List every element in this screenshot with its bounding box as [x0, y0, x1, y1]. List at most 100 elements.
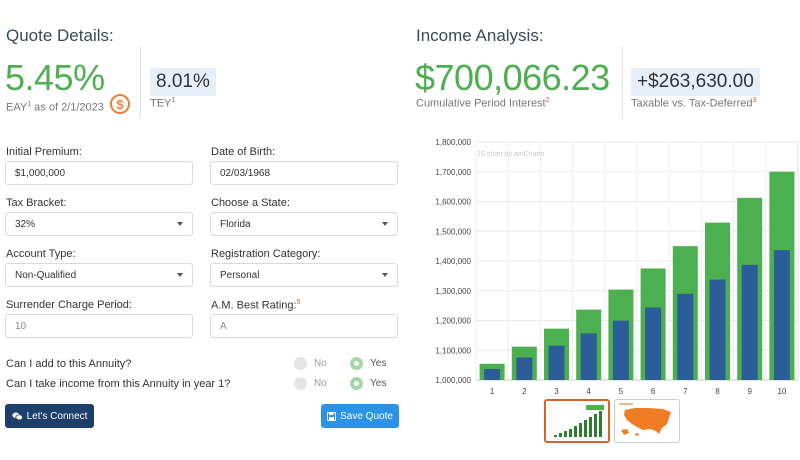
lets-connect-label: Let's Connect: [26, 410, 88, 422]
cumulative-label: Cumulative Period Interest: [416, 97, 546, 110]
y-tick-label: 1,600,000: [435, 198, 471, 207]
x-tick-label: 2: [522, 387, 527, 396]
tey-caption: TEY1: [150, 97, 175, 110]
tax-bracket-select[interactable]: 32%: [5, 212, 193, 236]
radio-icon: [294, 357, 307, 370]
bar-principal: [645, 307, 662, 380]
surrender-period-input: 10: [5, 314, 193, 338]
tey-value: 8.01%: [150, 68, 216, 96]
radio-label: Yes: [370, 378, 387, 389]
bar-principal: [548, 345, 565, 380]
bar-chart-icon: [549, 403, 606, 440]
radio-label: Yes: [370, 358, 387, 369]
am-best-footnote: 5: [296, 299, 301, 306]
add-annuity-no-radio[interactable]: No: [294, 357, 327, 370]
cumulative-footnote: 2: [545, 97, 550, 104]
registration-value: Personal: [220, 269, 260, 281]
am-best-label: A.M. Best Rating:5: [211, 299, 301, 312]
radio-checked-icon: [350, 357, 363, 370]
bar-principal: [709, 279, 726, 380]
x-tick-label: 8: [715, 387, 720, 396]
income-analysis-title: Income Analysis:: [416, 26, 544, 45]
tey-label: TEY: [150, 97, 172, 110]
bar-principal: [612, 320, 629, 380]
am-best-input: A: [210, 314, 398, 338]
income-year1-yes-radio[interactable]: Yes: [350, 377, 386, 390]
tax-bracket-value: 32%: [15, 218, 36, 230]
surrender-period-label: Surrender Charge Period:: [6, 299, 132, 311]
state-value: Florida: [220, 218, 251, 230]
x-tick-label: 6: [651, 387, 656, 396]
surrender-period-value: 10: [15, 320, 27, 332]
account-type-label: Account Type:: [6, 248, 76, 260]
radio-icon: [294, 377, 307, 390]
account-type-select[interactable]: Non-Qualified: [5, 263, 193, 287]
dollar-icon[interactable]: $: [110, 94, 130, 114]
taxable-label: Taxable vs. Tax-Deferred: [631, 97, 753, 110]
tax-bracket-label: Tax Bracket:: [6, 197, 67, 209]
x-tick-label: 9: [747, 387, 752, 396]
initial-premium-input[interactable]: $1,000,000: [5, 161, 193, 185]
am-best-value: A: [220, 320, 227, 332]
caret-down-icon: [177, 273, 183, 277]
us-map-icon: [619, 403, 671, 436]
add-annuity-yes-radio[interactable]: Yes: [350, 357, 386, 370]
radio-checked-icon: [350, 377, 363, 390]
x-tick-label: 4: [586, 387, 591, 396]
lets-connect-button[interactable]: Let's Connect: [5, 404, 94, 428]
cumulative-interest-value: $700,066.23: [415, 57, 610, 98]
date-of-birth-label: Date of Birth:: [211, 146, 276, 158]
taxable-footnote: 3: [752, 97, 757, 104]
eay-date: as of 2/1/2023: [31, 101, 104, 114]
chart-view-thumbnail[interactable]: [544, 399, 610, 443]
state-select[interactable]: Florida: [210, 212, 398, 236]
caret-down-icon: [177, 222, 183, 226]
account-type-value: Non-Qualified: [15, 269, 77, 281]
y-tick-label: 1,100,000: [435, 346, 471, 355]
radio-label: No: [314, 358, 327, 369]
initial-premium-label: Initial Premium:: [6, 146, 82, 158]
bar-principal: [484, 368, 501, 380]
date-of-birth-input[interactable]: 02/03/1968: [210, 161, 398, 185]
bar-principal: [773, 250, 790, 380]
radio-label: No: [314, 378, 327, 389]
y-tick-label: 1,200,000: [435, 317, 471, 326]
bar-principal: [677, 293, 694, 380]
quote-details-title: Quote Details:: [6, 26, 114, 45]
bar-principal: [741, 264, 758, 380]
chat-icon: [11, 412, 23, 420]
map-view-thumbnail[interactable]: [614, 399, 680, 443]
x-tick-label: 1: [490, 387, 495, 396]
y-tick-label: 1,800,000: [435, 138, 471, 147]
bar-principal: [580, 333, 597, 380]
x-tick-label: 10: [777, 387, 786, 396]
tey-footnote: 1: [171, 97, 176, 104]
question-add-annuity: Can I add to this Annuity?: [6, 358, 132, 370]
y-tick-label: 1,000,000: [435, 376, 471, 385]
state-label: Choose a State:: [211, 197, 290, 209]
eay-label: EAY: [6, 101, 28, 114]
save-quote-button[interactable]: Save Quote: [321, 404, 399, 428]
income-year1-no-radio[interactable]: No: [294, 377, 327, 390]
registration-select[interactable]: Personal: [210, 263, 398, 287]
initial-premium-value: $1,000,000: [15, 167, 66, 179]
chart-watermark[interactable]: JS chart by amCharts: [477, 151, 545, 158]
registration-label: Registration Category:: [211, 248, 321, 260]
income-bar-chart: 1,000,000 1,100,000 1,200,000 1,300,000 1,40…: [435, 138, 799, 396]
save-quote-label: Save Quote: [340, 410, 393, 422]
taxable-value: +$263,630.00: [631, 68, 760, 96]
x-tick-label: 7: [683, 387, 688, 396]
taxable-caption: Taxable vs. Tax-Deferred3: [631, 97, 756, 110]
question-income-year1: Can I take income from this Annuity in y…: [6, 378, 231, 390]
caret-down-icon: [382, 222, 388, 226]
eay-rate: 5.45%: [5, 57, 105, 98]
y-tick-label: 1,400,000: [435, 257, 471, 266]
x-tick-label: 5: [619, 387, 624, 396]
y-tick-label: 1,700,000: [435, 168, 471, 177]
date-of-birth-value: 02/03/1968: [220, 167, 271, 179]
caret-down-icon: [382, 273, 388, 277]
save-icon: [327, 411, 337, 421]
y-tick-label: 1,500,000: [435, 227, 471, 236]
bar-principal: [516, 357, 533, 380]
eay-caption: EAY1 as of 2/1/2023: [6, 101, 104, 114]
